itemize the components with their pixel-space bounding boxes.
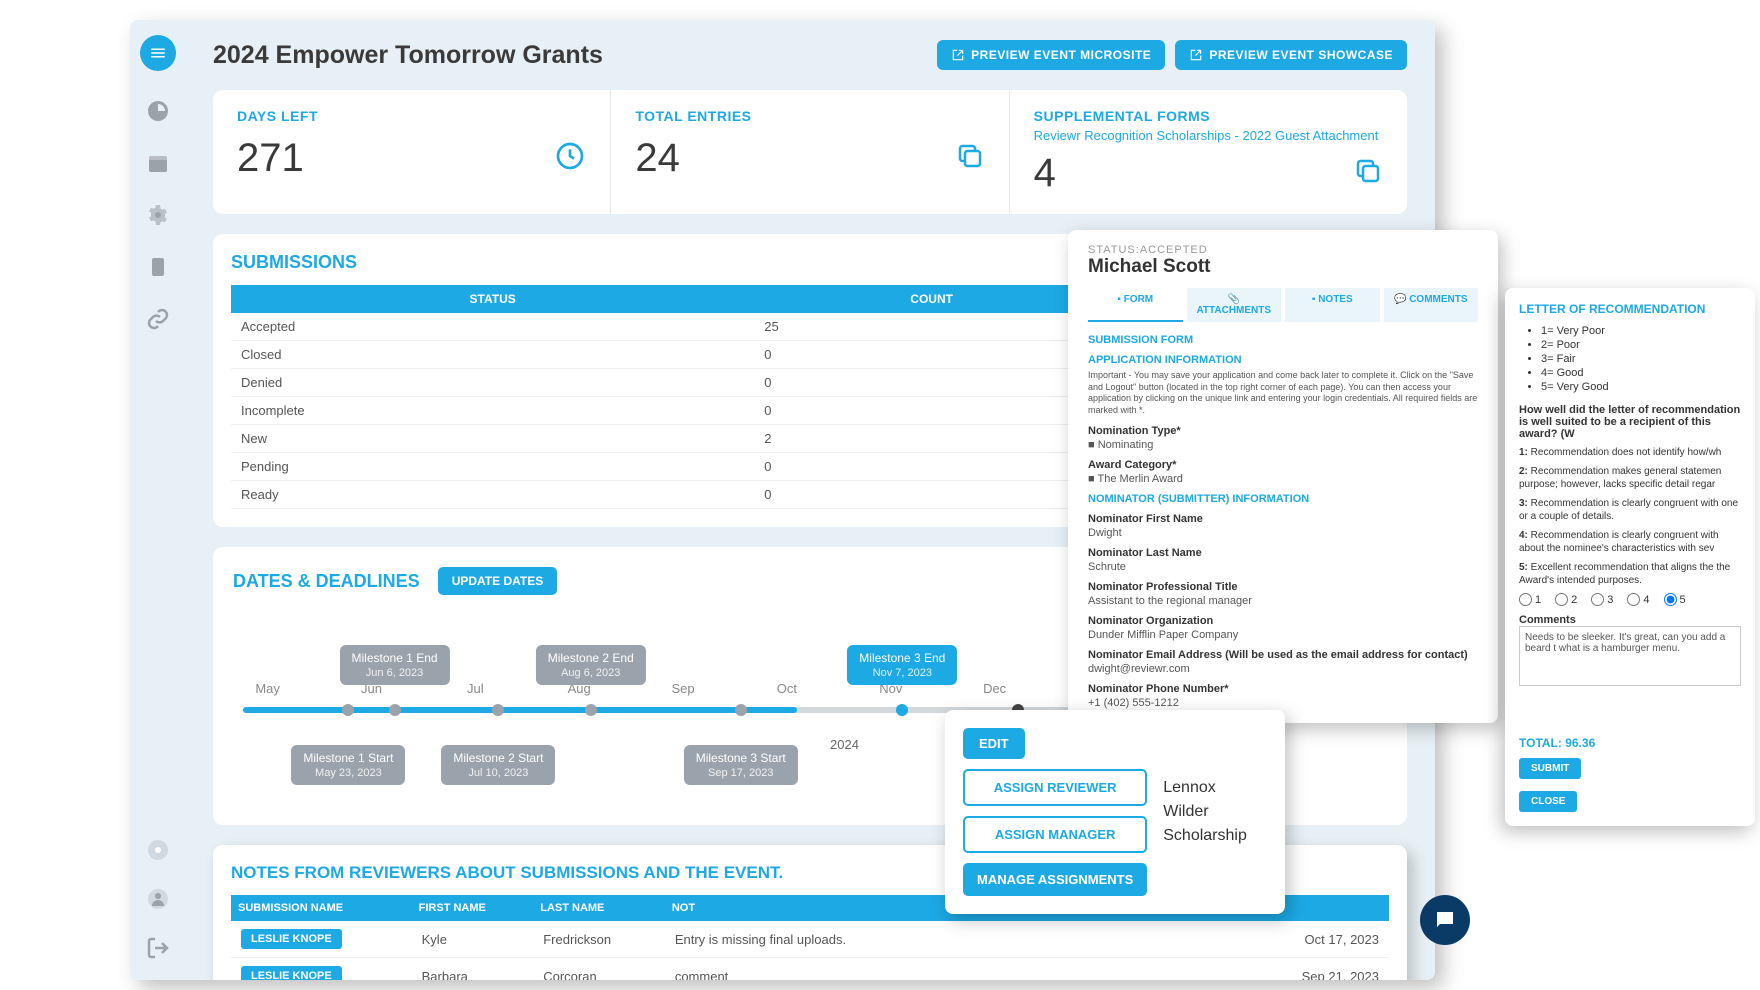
tab-comments[interactable]: 💬 COMMENTS [1384,288,1479,322]
copy-icon[interactable] [1353,156,1383,191]
submissions-table: STATUSCOUNT Accepted25Closed0Denied0Inco… [231,285,1109,509]
help-icon[interactable] [146,838,170,862]
clock-icon [554,140,586,177]
settings-icon[interactable] [146,203,170,227]
total-entries-label: TOTAL ENTRIES [635,108,984,124]
assign-reviewer-button[interactable]: ASSIGN REVIEWER [963,769,1147,806]
rating-radio[interactable]: 1 [1519,593,1541,606]
action-popup: EDIT ASSIGN REVIEWER ASSIGN MANAGER MANA… [945,710,1285,914]
submission-tag[interactable]: LESLIE KNOPE [241,966,342,980]
link-icon[interactable] [146,307,170,331]
rating-radio[interactable]: 4 [1627,593,1649,606]
copy-icon[interactable] [955,141,985,176]
rating-radio[interactable]: 5 [1664,593,1686,606]
submit-button[interactable]: SUBMIT [1519,758,1581,779]
submission-detail-popup: STATUS:ACCEPTED Michael Scott ▪ FORM 📎 A… [1068,230,1498,723]
sidebar [130,20,185,980]
comments-textarea[interactable]: Needs to be sleeker. It's great, can you… [1519,626,1741,686]
update-dates-button[interactable]: UPDATE DATES [438,567,558,595]
tab-form[interactable]: ▪ FORM [1088,288,1183,322]
days-left-value: 271 [237,136,304,181]
rating-radio[interactable]: 3 [1591,593,1613,606]
edit-button[interactable]: EDIT [963,728,1025,759]
supplemental-label: SUPPLEMENTAL FORMS [1034,108,1383,124]
milestone-bubble[interactable]: Milestone 2 EndAug 6, 2023 [536,645,646,685]
close-button[interactable]: CLOSE [1519,791,1577,812]
milestone-bubble[interactable]: Milestone 3 StartSep 17, 2023 [684,745,798,785]
milestone-bubble[interactable]: Milestone 2 StartJul 10, 2023 [441,745,555,785]
supplemental-link[interactable]: Reviewr Recognition Scholarships - 2022 … [1034,128,1383,143]
letter-popup: LETTER OF RECOMMENDATION 1= Very Poor2= … [1505,288,1755,826]
user-icon[interactable] [146,887,170,911]
calendar-icon[interactable] [146,151,170,175]
submissions-card: SUBMISSIONS STATUSCOUNT Accepted25Closed… [213,234,1127,527]
logout-icon[interactable] [146,936,170,960]
manage-assignments-button[interactable]: MANAGE ASSIGNMENTS [963,863,1147,896]
milestone-bubble[interactable]: Milestone 3 EndNov 7, 2023 [847,645,957,685]
rating-radio[interactable]: 2 [1555,593,1577,606]
tab-notes[interactable]: ▪ NOTES [1285,288,1380,322]
assign-manager-button[interactable]: ASSIGN MANAGER [963,816,1147,853]
total-entries-value: 24 [635,136,680,181]
milestone-bubble[interactable]: Milestone 1 StartMay 23, 2023 [291,745,405,785]
preview-microsite-button[interactable]: PREVIEW EVENT MICROSITE [937,40,1165,70]
dashboard-icon[interactable] [146,99,170,123]
chat-fab-icon[interactable] [1420,895,1470,945]
tab-attachments[interactable]: 📎 ATTACHMENTS [1187,288,1282,322]
page-title: 2024 Empower Tomorrow Grants [213,41,603,70]
app-logo-icon[interactable] [140,35,176,71]
submission-tag[interactable]: LESLIE KNOPE [241,929,342,949]
milestone-bubble[interactable]: Milestone 1 EndJun 6, 2023 [340,645,450,685]
supplemental-value: 4 [1034,151,1056,196]
preview-showcase-button[interactable]: PREVIEW EVENT SHOWCASE [1175,40,1407,70]
clipboard-icon[interactable] [146,255,170,279]
metrics-row: DAYS LEFT 271 TOTAL ENTRIES 24 SUPPLEMEN… [213,90,1407,214]
scholarship-name: LennoxWilderScholarship [1163,728,1247,896]
days-left-label: DAYS LEFT [237,108,586,124]
